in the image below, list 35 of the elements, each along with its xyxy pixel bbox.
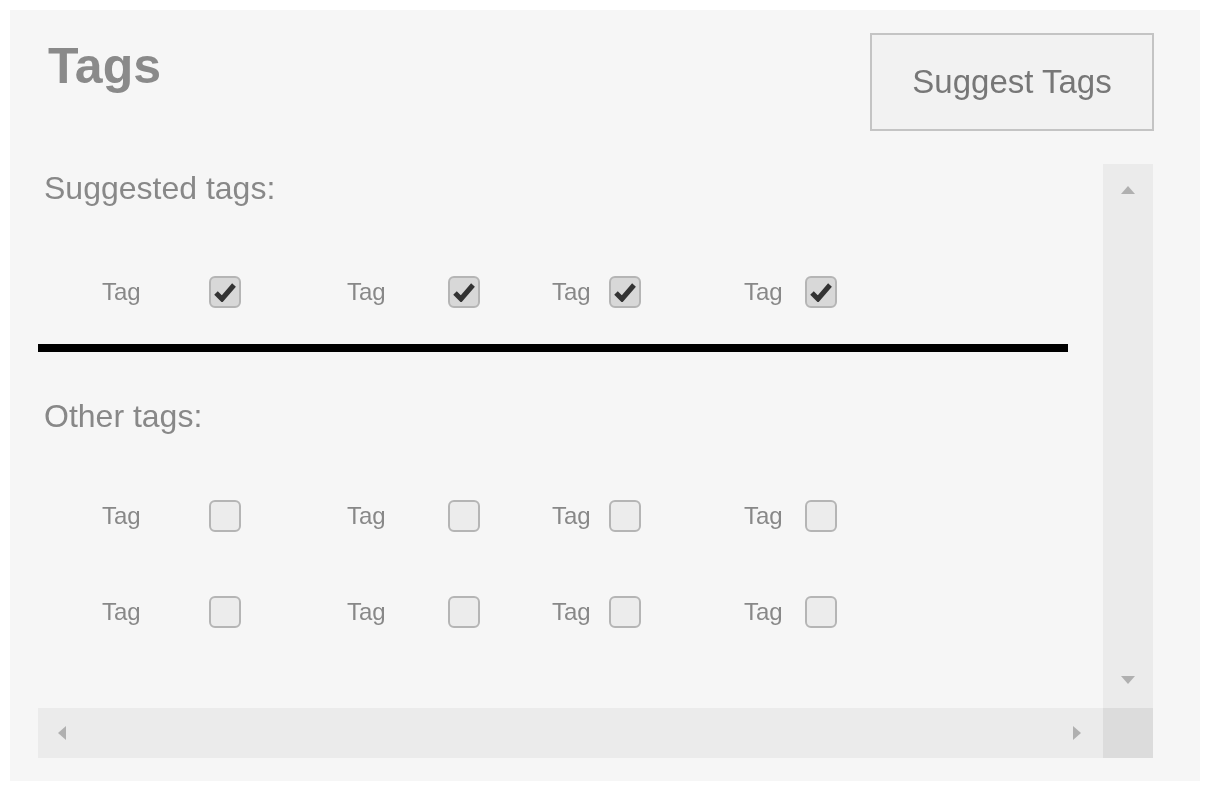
- section-heading: Other tags:: [43, 397, 204, 436]
- checkbox[interactable]: [208, 500, 241, 532]
- tag-label: Tag: [102, 277, 141, 307]
- tag-label: Tag: [552, 277, 591, 307]
- checkbox[interactable]: [447, 500, 480, 532]
- checkmark-icon: [809, 282, 832, 302]
- checkbox[interactable]: [608, 500, 641, 532]
- checkmark-icon: [452, 282, 475, 302]
- horizontal-scrollbar[interactable]: [38, 708, 1103, 758]
- checkbox[interactable]: [208, 276, 241, 308]
- checkmark-icon: [613, 282, 636, 302]
- scrollbar-corner: [1103, 708, 1153, 758]
- section-heading: Suggested tags:: [43, 169, 277, 208]
- vertical-scrollbar[interactable]: [1103, 164, 1153, 708]
- checkbox[interactable]: [447, 596, 480, 628]
- checkbox[interactable]: [208, 596, 241, 628]
- tag-label: Tag: [347, 277, 386, 307]
- checkbox[interactable]: [608, 596, 641, 628]
- checkbox[interactable]: [804, 500, 837, 532]
- tag-label: Tag: [347, 501, 386, 531]
- panel-title: Tags: [48, 41, 161, 91]
- checkbox[interactable]: [804, 596, 837, 628]
- checkbox[interactable]: [804, 276, 837, 308]
- tag-label: Tag: [552, 501, 591, 531]
- tag-label: Tag: [744, 277, 783, 307]
- checkbox[interactable]: [608, 276, 641, 308]
- suggest-tags-button[interactable]: Suggest Tags: [870, 33, 1154, 131]
- checkbox[interactable]: [447, 276, 480, 308]
- tag-label: Tag: [744, 501, 783, 531]
- tag-label: Tag: [102, 597, 141, 627]
- checkmark-icon: [213, 282, 236, 302]
- tag-label: Tag: [347, 597, 386, 627]
- tag-label: Tag: [744, 597, 783, 627]
- tag-label: Tag: [102, 501, 141, 531]
- tag-label: Tag: [552, 597, 591, 627]
